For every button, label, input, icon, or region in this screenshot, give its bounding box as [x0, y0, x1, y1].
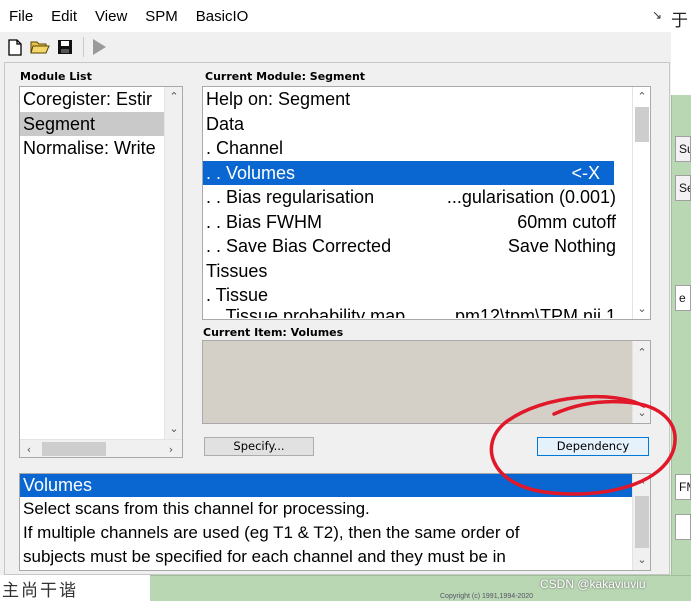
row-label: . . Volumes — [206, 162, 296, 183]
dependency-button[interactable]: Dependency — [537, 437, 649, 456]
menu-edit[interactable]: Edit — [51, 8, 77, 25]
current-module-vscrollbar[interactable]: ⌃ ⌄ — [632, 87, 650, 319]
scroll-down-icon[interactable]: ⌄ — [633, 403, 651, 421]
scroll-right-icon[interactable]: › — [162, 440, 180, 457]
module-list-label: Module List — [20, 70, 92, 83]
scroll-down-icon[interactable]: ⌄ — [633, 299, 650, 317]
row-label: . Tissue — [206, 285, 269, 305]
batch-editor-panel: Module List Current Module: Segment Core… — [4, 62, 670, 575]
module-list-hscrollbar[interactable]: ‹ › — [20, 439, 182, 457]
module-row[interactable]: . Channel — [203, 136, 650, 161]
help-vscrollbar[interactable]: ⌃ ⌄ — [632, 474, 650, 570]
scroll-up-icon[interactable]: ⌃ — [633, 343, 651, 361]
help-line: subjects must be specified for each chan… — [23, 547, 506, 566]
menu-file[interactable]: File — [9, 8, 33, 25]
module-list-vscrollbar[interactable]: ⌃ ⌄ — [164, 87, 182, 439]
module-list-item[interactable]: Normalise: Write — [20, 136, 182, 161]
background-text: 主尚干谐 — [2, 581, 78, 601]
row-label: . . Bias FWHM — [206, 211, 322, 232]
toolbar-separator — [83, 37, 84, 57]
module-row[interactable]: . Tissue — [203, 283, 650, 308]
module-row[interactable]: Data — [203, 112, 650, 137]
scroll-up-icon[interactable]: ⌃ — [633, 476, 650, 494]
module-list-item[interactable]: Coregister: Estir — [20, 87, 182, 112]
screen: Su Se e FM 于 主尚干谐 Copyright (c) 1991,199… — [0, 0, 691, 601]
row-label: . . Save Bias Corrected — [206, 236, 392, 256]
current-item-box[interactable]: ⌃ ⌄ — [202, 340, 651, 424]
row-label: Help on: Segment — [206, 89, 351, 109]
scroll-left-icon[interactable]: ‹ — [20, 440, 38, 457]
module-row[interactable]: . . Bias regularisation ...gularisation (… — [203, 185, 650, 210]
module-row[interactable]: . . Bias FWHM 60mm cutoff — [203, 210, 650, 235]
background-button[interactable]: Se — [675, 175, 691, 201]
row-value: ...gularisation (0.001) — [446, 187, 616, 207]
help-title: Volumes — [20, 474, 632, 497]
module-row[interactable]: Help on: Segment — [203, 87, 650, 112]
background-button[interactable]: FM — [675, 474, 691, 500]
background-button[interactable] — [675, 514, 691, 540]
background-button[interactable]: Su — [675, 136, 691, 162]
scroll-down-icon[interactable]: ⌄ — [165, 419, 182, 437]
module-row-partial[interactable]: . . Tissue probability map ...pm12\tpm\TP… — [203, 308, 650, 318]
background-green-panel — [671, 95, 691, 575]
module-row[interactable]: . . Save Bias Corrected Save Nothing — [203, 234, 650, 259]
scroll-up-icon[interactable]: ⌃ — [633, 87, 650, 105]
scroll-down-icon[interactable]: ⌄ — [633, 550, 650, 568]
copyright-text: Copyright (c) 1991,1994-2020 — [440, 593, 534, 600]
menubar: File Edit View SPM BasicIO ↘ — [0, 0, 671, 32]
vscroll-thumb[interactable] — [635, 107, 649, 142]
row-label: . . Bias regularisation — [206, 187, 375, 207]
help-line: Select scans from this channel for proce… — [23, 499, 370, 518]
row-label: Tissues — [206, 260, 268, 281]
menu-view[interactable]: View — [95, 8, 127, 25]
background-window-right: Su Se e FM — [671, 0, 691, 601]
module-list-item-selected[interactable]: Segment — [20, 111, 182, 136]
current-item-label: Current Item: Volumes — [203, 326, 344, 339]
save-icon[interactable] — [54, 36, 76, 58]
current-module-label: Current Module: Segment — [205, 70, 366, 83]
hscroll-thumb[interactable] — [42, 442, 106, 456]
specify-button[interactable]: Specify... — [204, 437, 314, 456]
menu-overflow-icon[interactable]: ↘ — [652, 8, 662, 22]
row-label: . Channel — [206, 138, 284, 158]
new-file-icon[interactable] — [4, 36, 26, 58]
row-value: 60mm cutoff — [517, 211, 616, 232]
vscroll-thumb[interactable] — [635, 496, 649, 548]
module-list[interactable]: Coregister: Estir Segment Normalise: Wri… — [19, 86, 183, 458]
toolbar — [0, 32, 671, 62]
help-line: If multiple channels are used (eg T1 & T… — [23, 523, 520, 542]
background-text: 于 — [671, 11, 688, 31]
menu-spm[interactable]: SPM — [145, 8, 178, 25]
menu-basicio[interactable]: BasicIO — [196, 8, 249, 25]
scroll-up-icon[interactable]: ⌃ — [165, 87, 182, 105]
current-module-list[interactable]: Help on: Segment Data . Channel . . Volu… — [202, 86, 651, 320]
background-button[interactable]: e — [675, 285, 691, 311]
row-value: Save Nothing — [507, 236, 616, 256]
module-row-selected[interactable]: . . Volumes <-X — [203, 160, 614, 185]
row-value: <-X — [571, 162, 600, 183]
module-row[interactable]: Tissues — [203, 259, 650, 284]
watermark: CSDN @kakaviuviu — [540, 577, 646, 591]
row-value: ...pm12\tpm\TPM.nii,1 — [439, 307, 616, 318]
open-folder-icon[interactable] — [29, 36, 51, 58]
help-box[interactable]: Volumes Select scans from this channel f… — [19, 473, 651, 571]
run-icon[interactable] — [88, 36, 110, 58]
current-item-vscrollbar[interactable]: ⌃ ⌄ — [632, 341, 650, 423]
row-label: . . Tissue probability map — [206, 307, 406, 318]
row-label: Data — [206, 113, 245, 134]
